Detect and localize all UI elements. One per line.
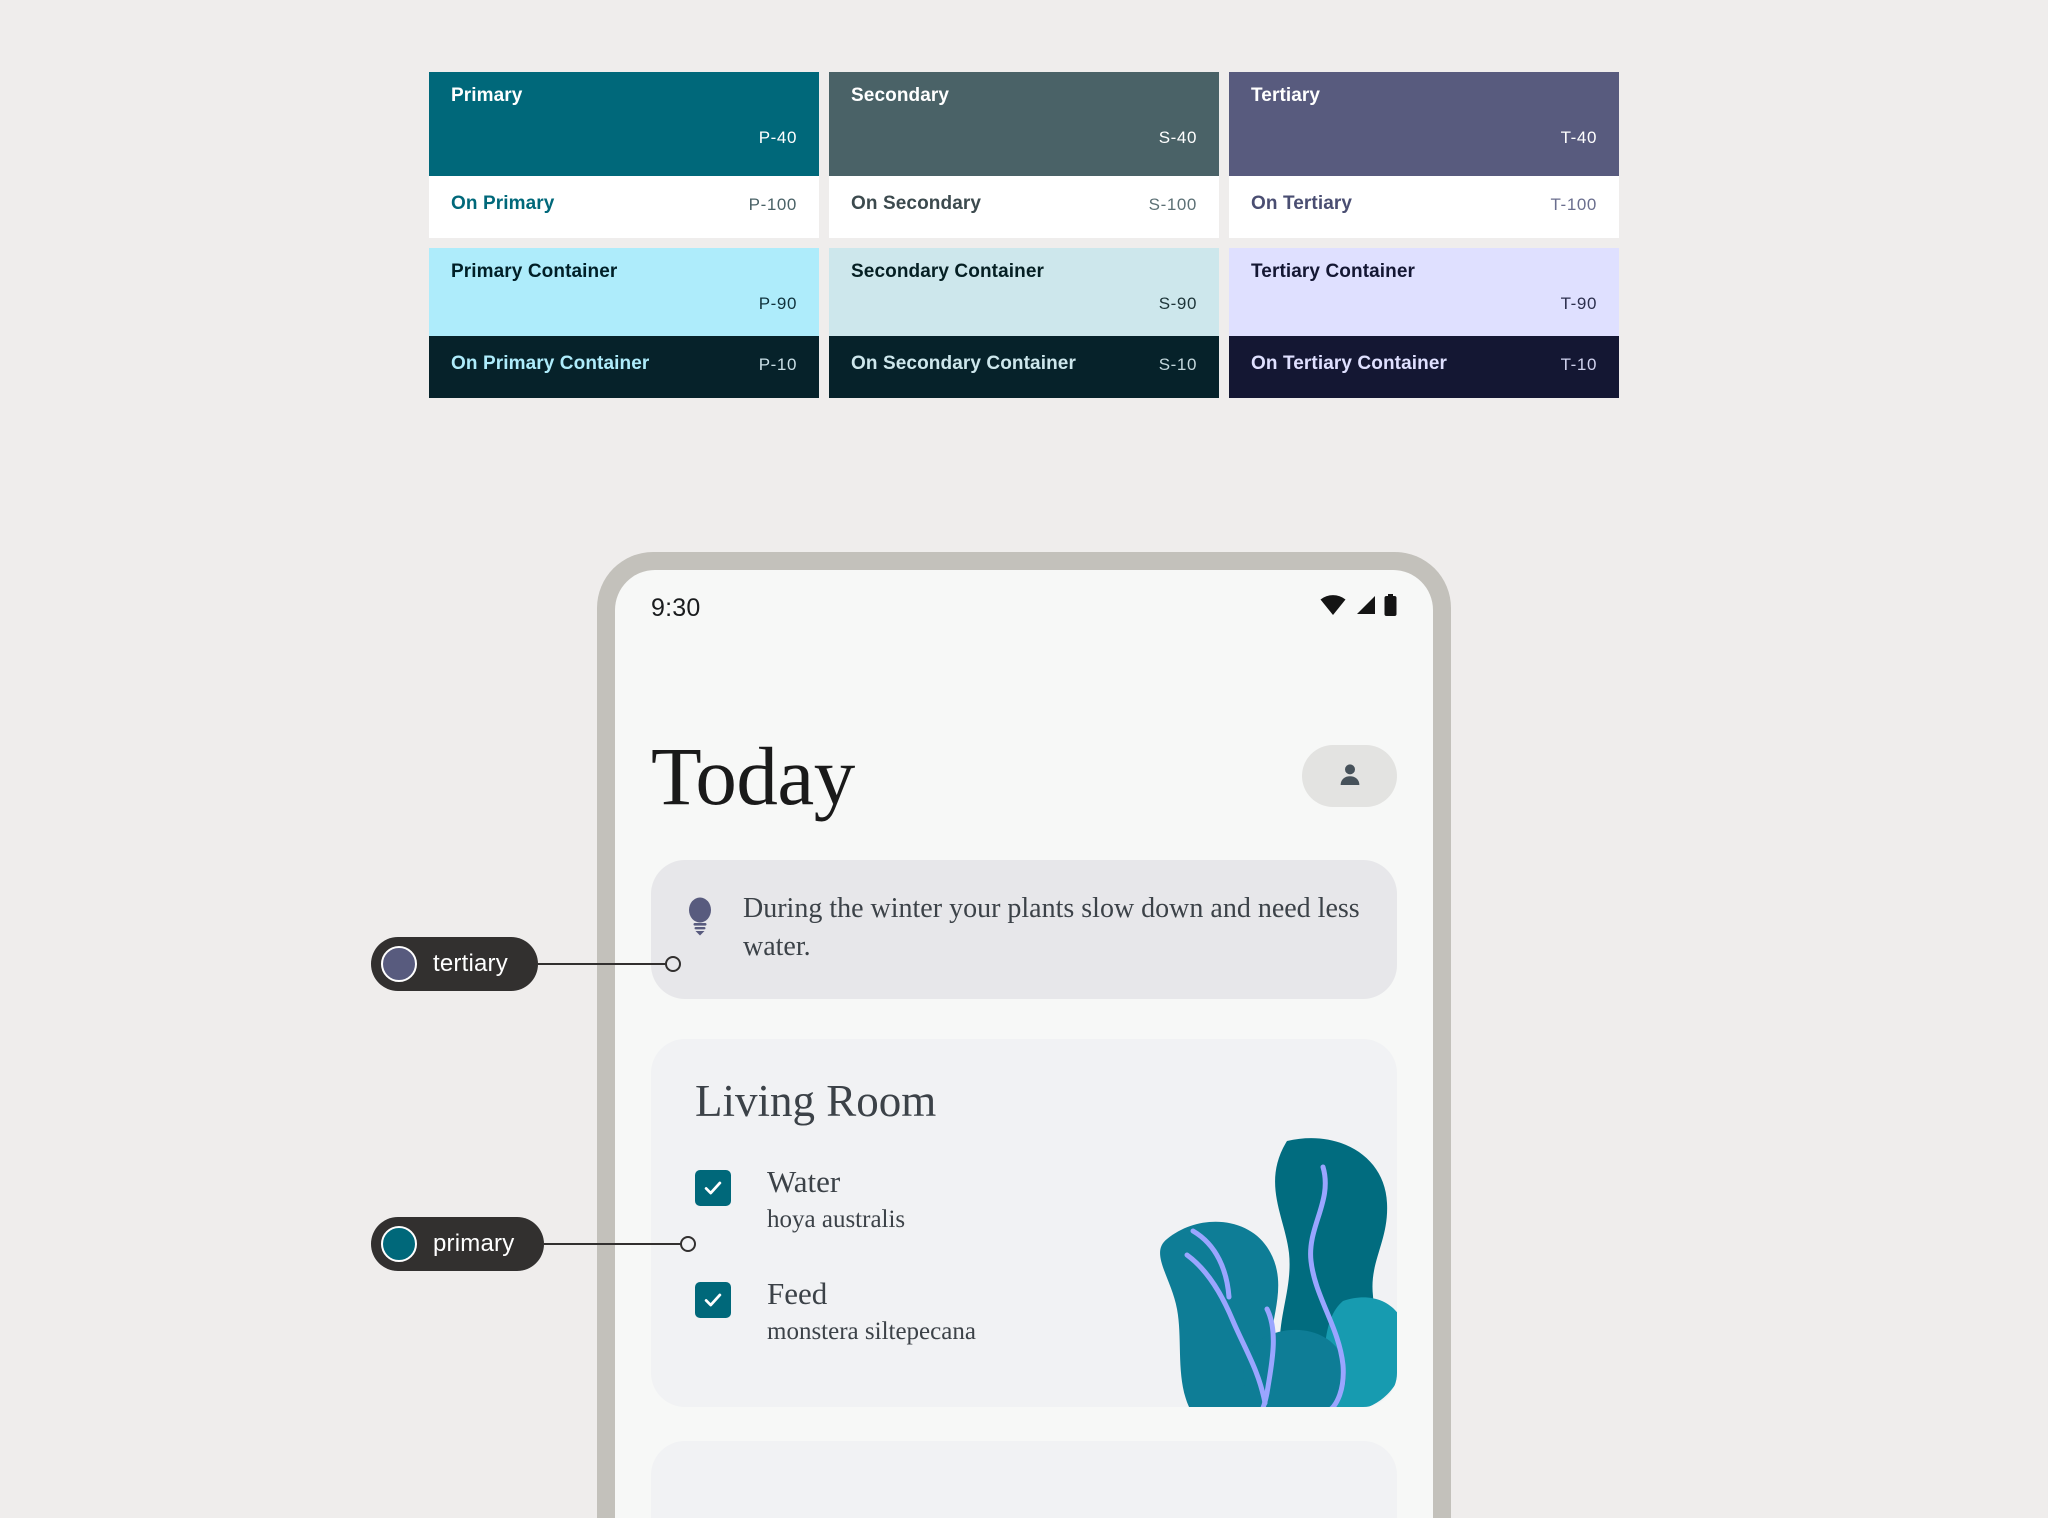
swatch-divider	[1229, 238, 1619, 248]
swatch-label: Secondary Container	[851, 261, 1045, 282]
swatch-token: P-90	[758, 294, 797, 313]
page-title: Today	[651, 730, 855, 822]
annotation-pill[interactable]: primary	[371, 1217, 545, 1271]
profile-avatar-button[interactable]	[1302, 745, 1397, 808]
color-palette-grid: Primary P-40 On Primary P-100 Primary Co…	[429, 72, 1619, 398]
task-checkbox-feed[interactable]	[695, 1282, 731, 1319]
phone-screen: 9:30 Today During the winter your plants…	[615, 570, 1433, 1518]
task-text-group: Feed monstera siltepecana	[767, 1276, 976, 1348]
annotation-leader-line	[537, 963, 666, 965]
swatch-label: On Secondary Container	[851, 353, 1076, 374]
status-bar: 9:30	[615, 570, 1433, 642]
swatch-label: On Tertiary Container	[1251, 353, 1448, 374]
swatch-label: On Tertiary	[1251, 193, 1353, 214]
room-card-living-room: Living Room Water hoya australis Feed mo…	[651, 1038, 1397, 1407]
task-checkbox-water[interactable]	[695, 1170, 731, 1207]
task-plant-name: hoya australis	[767, 1205, 906, 1233]
annotation-label: primary	[433, 1230, 515, 1257]
task-text-group: Water hoya australis	[767, 1164, 905, 1236]
app-header: Today	[615, 730, 1433, 822]
cellular-signal-icon	[1354, 595, 1376, 620]
color-dot-icon	[381, 1226, 417, 1262]
swatch-divider	[829, 238, 1219, 248]
annotation-primary: primary	[371, 1217, 697, 1271]
palette-column-tertiary: Tertiary T-40 On Tertiary T-100 Tertiary…	[1229, 72, 1619, 398]
swatch-primary-container: Primary Container P-90	[429, 248, 819, 336]
person-icon	[1335, 760, 1365, 793]
swatch-label: Secondary	[851, 85, 950, 106]
swatch-on-tertiary: On Tertiary T-100	[1229, 176, 1619, 238]
task-name: Feed	[767, 1276, 828, 1312]
swatch-token: S-10	[1158, 355, 1197, 374]
task-row: Feed monstera siltepecana	[651, 1276, 1397, 1348]
swatch-token: P-10	[758, 355, 797, 374]
swatch-token: T-10	[1560, 355, 1597, 374]
room-card-title: Living Room	[695, 1075, 937, 1126]
color-dot-icon	[381, 946, 417, 982]
annotation-endpoint-ring	[664, 956, 681, 972]
swatch-label: Primary Container	[451, 261, 618, 282]
swatch-token: T-90	[1560, 294, 1597, 313]
swatch-token: S-40	[1158, 128, 1197, 147]
swatch-label: Primary	[451, 85, 523, 106]
swatch-on-tertiary-container: On Tertiary Container T-10	[1229, 336, 1619, 398]
status-bar-time: 9:30	[651, 594, 701, 622]
annotation-label: tertiary	[433, 950, 508, 977]
swatch-token: P-100	[748, 195, 797, 214]
swatch-token: T-100	[1550, 195, 1597, 214]
status-bar-icons	[1320, 594, 1397, 621]
swatch-label: On Primary Container	[451, 353, 650, 374]
task-list: Water hoya australis Feed monstera silte…	[651, 1164, 1397, 1348]
swatch-label: On Primary	[451, 193, 555, 214]
swatch-divider	[429, 238, 819, 248]
wifi-icon	[1320, 595, 1346, 620]
phone-device-frame: 9:30 Today During the winter your plants…	[597, 552, 1451, 1518]
annotation-endpoint-ring	[680, 1236, 697, 1252]
task-plant-name: monstera siltepecana	[767, 1317, 976, 1345]
annotation-pill[interactable]: tertiary	[371, 937, 538, 991]
lightbulb-icon	[685, 896, 715, 941]
palette-column-primary: Primary P-40 On Primary P-100 Primary Co…	[429, 72, 819, 398]
swatch-tertiary-container: Tertiary Container T-90	[1229, 248, 1619, 336]
palette-column-secondary: Secondary S-40 On Secondary S-100 Second…	[829, 72, 1219, 398]
tip-card[interactable]: During the winter your plants slow down …	[651, 860, 1397, 999]
battery-icon	[1384, 594, 1397, 621]
swatch-label: On Secondary	[851, 193, 982, 214]
tip-card-text: During the winter your plants slow down …	[743, 893, 1360, 963]
annotation-leader-line	[544, 1243, 682, 1245]
swatch-secondary: Secondary S-40	[829, 72, 1219, 176]
swatch-token: S-90	[1158, 294, 1197, 313]
swatch-primary: Primary P-40	[429, 72, 819, 176]
swatch-on-secondary-container: On Secondary Container S-10	[829, 336, 1219, 398]
swatch-tertiary: Tertiary T-40	[1229, 72, 1619, 176]
swatch-token: S-100	[1148, 195, 1197, 214]
swatch-on-primary: On Primary P-100	[429, 176, 819, 238]
swatch-token: P-40	[758, 128, 797, 147]
swatch-label: Tertiary Container	[1251, 261, 1416, 282]
task-name: Water	[767, 1164, 841, 1200]
swatch-label: Tertiary	[1251, 85, 1321, 106]
swatch-secondary-container: Secondary Container S-90	[829, 248, 1219, 336]
swatch-on-secondary: On Secondary S-100	[829, 176, 1219, 238]
swatch-on-primary-container: On Primary Container P-10	[429, 336, 819, 398]
next-room-card-partial	[651, 1440, 1397, 1518]
swatch-token: T-40	[1560, 128, 1597, 147]
annotation-tertiary: tertiary	[371, 937, 681, 991]
task-row: Water hoya australis	[651, 1164, 1397, 1236]
